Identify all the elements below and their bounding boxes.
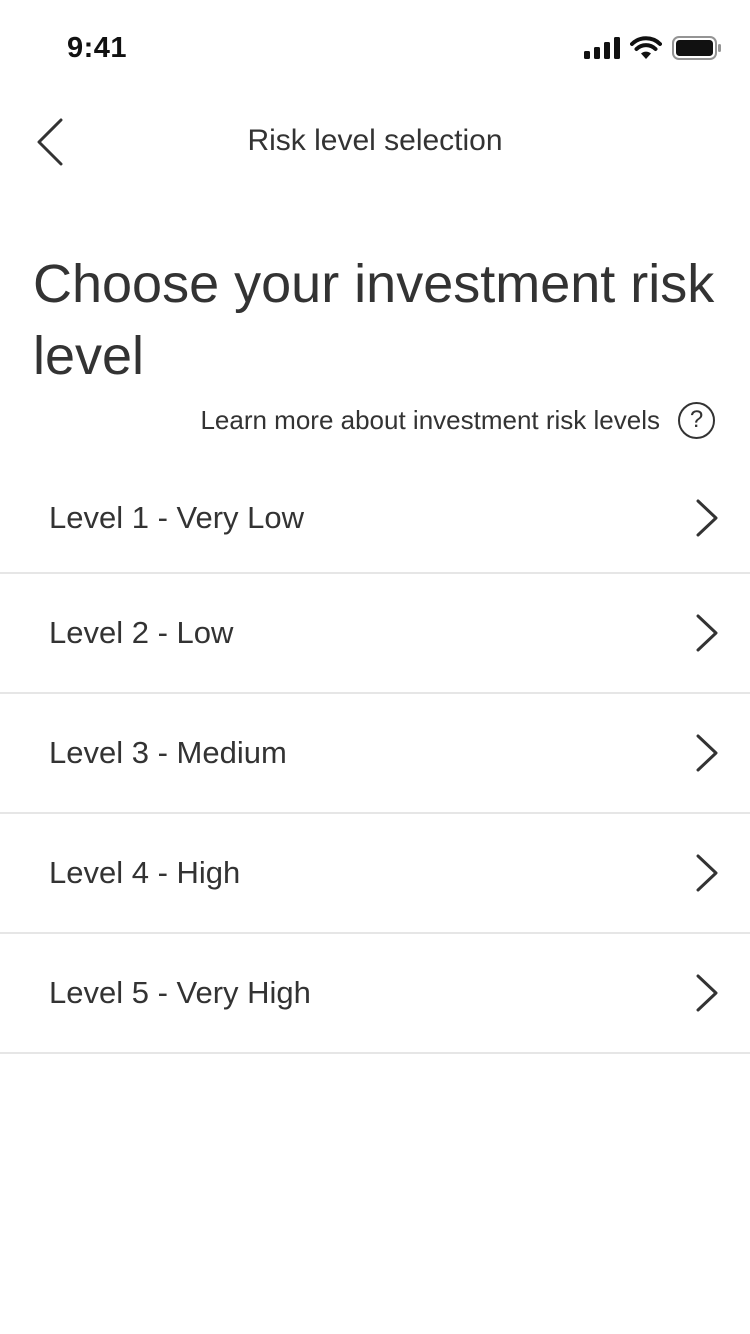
- chevron-right-icon: [694, 854, 720, 892]
- chevron-right-icon: [694, 974, 720, 1012]
- help-icon[interactable]: ?: [678, 401, 715, 439]
- risk-level-item-1[interactable]: Level 1 - Very Low: [0, 463, 750, 574]
- risk-level-item-3[interactable]: Level 3 - Medium: [0, 694, 750, 814]
- battery-icon: [672, 36, 722, 60]
- risk-level-label: Level 2 - Low: [49, 615, 234, 650]
- risk-level-item-5[interactable]: Level 5 - Very High: [0, 934, 750, 1054]
- risk-level-label: Level 3 - Medium: [49, 735, 287, 770]
- risk-level-item-2[interactable]: Level 2 - Low: [0, 574, 750, 694]
- risk-level-label: Level 1 - Very Low: [49, 499, 305, 535]
- learn-more-text: Learn more about investment risk levels: [200, 404, 660, 435]
- screen: 9:41 Risk level selection Choose your in…: [0, 0, 750, 1334]
- signal-icon: [584, 37, 620, 59]
- chevron-right-icon: [694, 734, 720, 772]
- risk-level-item-4[interactable]: Level 4 - High: [0, 814, 750, 934]
- status-time: 9:41: [67, 32, 128, 64]
- nav-title: Risk level selection: [247, 124, 503, 157]
- page-title: Choose your investment risk level: [33, 254, 715, 386]
- chevron-right-icon: [694, 499, 720, 537]
- risk-level-label: Level 5 - Very High: [49, 975, 311, 1010]
- risk-level-list: Level 1 - Very Low Level 2 - Low Level 3…: [0, 463, 750, 1054]
- wifi-icon: [630, 36, 662, 60]
- nav-bar: Risk level selection: [0, 96, 750, 192]
- status-bar: 9:41: [0, 0, 750, 96]
- risk-level-label: Level 4 - High: [49, 855, 241, 890]
- chevron-right-icon: [694, 614, 720, 652]
- learn-more-link[interactable]: Learn more about investment risk levels …: [200, 400, 715, 440]
- status-icons: [584, 36, 722, 60]
